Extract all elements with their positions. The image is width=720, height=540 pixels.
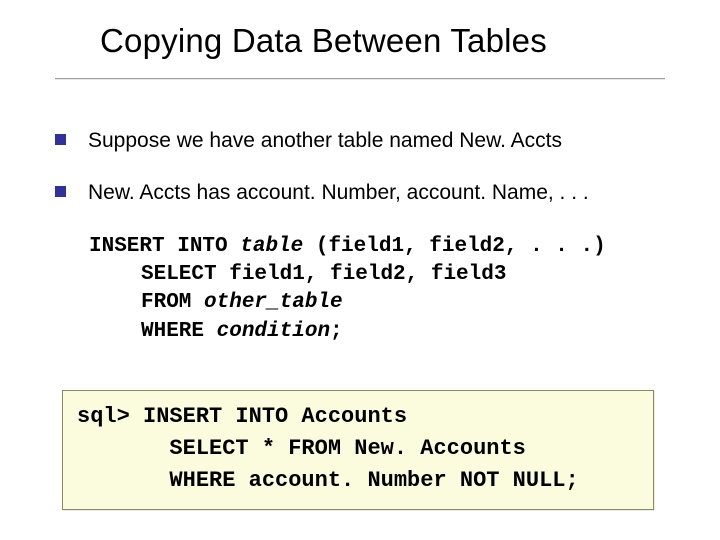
- code-placeholder: condition: [217, 320, 330, 343]
- slide: Copying Data Between Tables Suppose we h…: [0, 0, 720, 540]
- sql-syntax-block: INSERT INTO table (field1, field2, . . .…: [89, 233, 665, 346]
- code-text: INSERT INTO: [89, 235, 240, 258]
- code-text: (field1, field2, . . .): [303, 235, 605, 258]
- code-line: FROM other_table: [89, 289, 665, 317]
- bullet-text: New. Accts has account. Number, account.…: [88, 180, 589, 206]
- sql-line: SELECT * FROM New. Accounts: [77, 433, 639, 465]
- bullet-square-icon: [55, 186, 66, 197]
- code-line: INSERT INTO table (field1, field2, . . .…: [89, 233, 665, 261]
- slide-body: Suppose we have another table named New.…: [55, 128, 665, 346]
- code-text: SELECT field1, field2, field3: [141, 263, 506, 286]
- sql-line: WHERE account. Number NOT NULL;: [77, 465, 639, 497]
- slide-title: Copying Data Between Tables: [100, 22, 660, 60]
- bullet-item: New. Accts has account. Number, account.…: [55, 180, 665, 206]
- bullet-item: Suppose we have another table named New.…: [55, 128, 665, 154]
- code-line: SELECT field1, field2, field3: [89, 261, 665, 289]
- code-line: WHERE condition;: [89, 318, 665, 346]
- title-underline: [55, 78, 665, 79]
- code-text: FROM: [141, 291, 204, 314]
- bullet-square-icon: [55, 134, 66, 145]
- sql-line: sql> INSERT INTO Accounts: [77, 401, 639, 433]
- code-placeholder: table: [240, 235, 303, 258]
- code-text: WHERE: [141, 320, 217, 343]
- code-text: ;: [330, 320, 343, 343]
- bullet-text: Suppose we have another table named New.…: [88, 128, 562, 154]
- sql-example-box: sql> INSERT INTO Accounts SELECT * FROM …: [62, 390, 654, 510]
- code-placeholder: other_table: [204, 291, 343, 314]
